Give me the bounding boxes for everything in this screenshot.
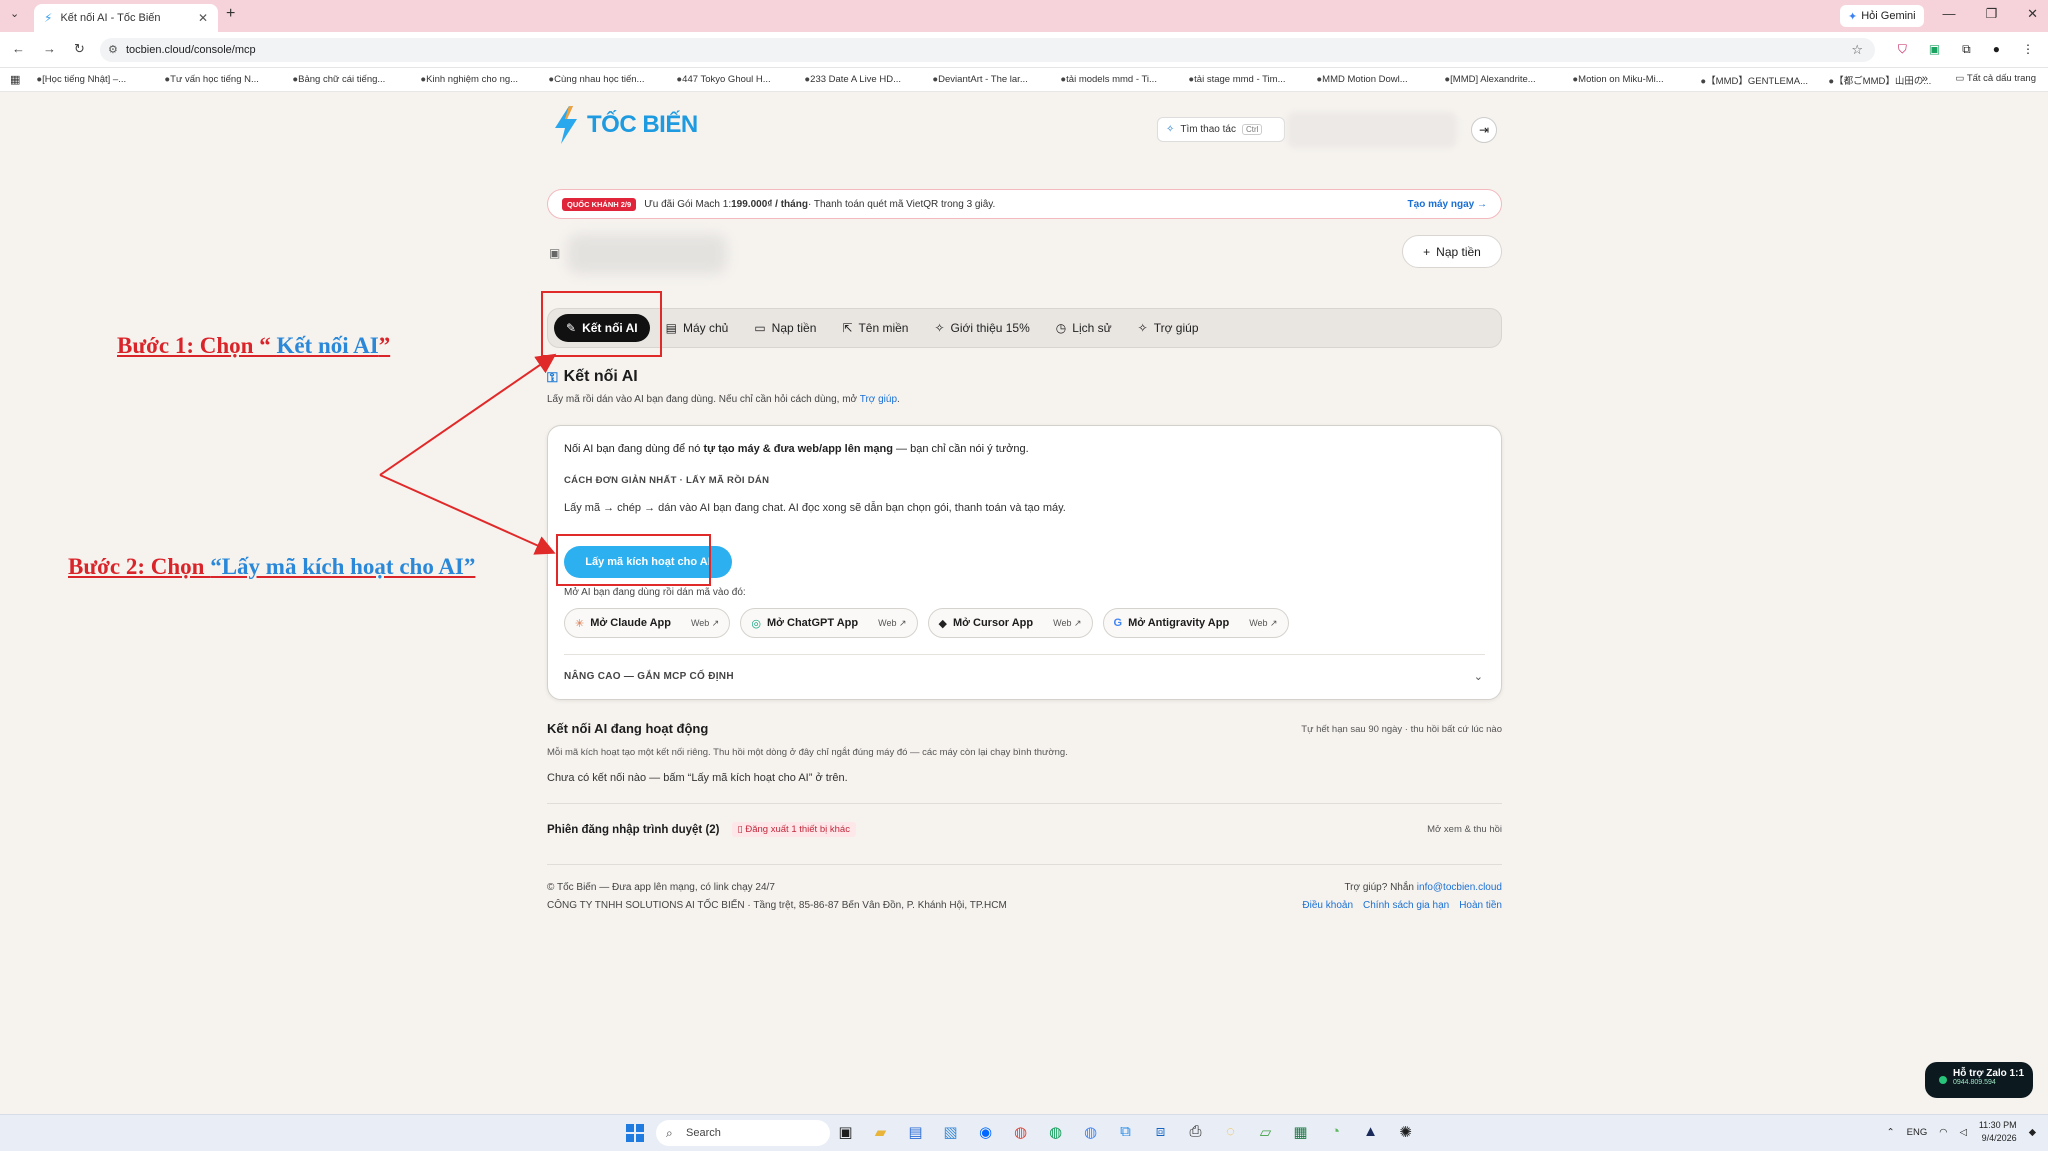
app-green-icon[interactable]: ◔ [1326, 1123, 1345, 1141]
chrome-alt-icon[interactable]: ◍ [1081, 1123, 1100, 1141]
store-icon[interactable]: ▤ [906, 1123, 925, 1141]
windows-start-icon[interactable] [626, 1124, 644, 1142]
zalo-icon[interactable]: ◉ [976, 1123, 995, 1141]
wifi-icon[interactable]: ◠ [1939, 1127, 1947, 1138]
screen-tool-icon[interactable]: ⧉ [1116, 1123, 1135, 1141]
excel-icon[interactable]: ▦ [1291, 1123, 1310, 1141]
arrow-to-tab [379, 353, 557, 476]
task-view-icon[interactable]: ▣ [836, 1123, 855, 1141]
windows-taskbar: ⌕ Search ▣ ▰ ▤ ▧ ◉ ◍ ◍ ◍ ⧉ ⧈ ⎙ ◌ ▱ ▦ ◔ ▲… [0, 1114, 2048, 1151]
taskbar-apps: ▣ ▰ ▤ ▧ ◉ ◍ ◍ ◍ ⧉ ⧈ ⎙ ◌ ▱ ▦ ◔ ▲ ✺ [836, 1123, 1415, 1141]
translate-icon[interactable]: ⧈ [1151, 1123, 1170, 1141]
search-icon: ⌕ [666, 1126, 673, 1140]
clock-time: 11:30 PM [1978, 1120, 2017, 1130]
tray-chevron-icon[interactable]: ⌃ [1887, 1127, 1895, 1138]
file-explorer-icon[interactable]: ▰ [871, 1123, 890, 1141]
step1-pre: Bước 1: Chọn “ [117, 333, 277, 358]
printer-icon[interactable]: ⎙ [1186, 1123, 1205, 1141]
notepad-icon[interactable]: ▱ [1256, 1123, 1275, 1141]
photos-icon[interactable]: ▧ [941, 1123, 960, 1141]
openai-icon[interactable]: ✺ [1396, 1123, 1415, 1141]
zalo-support-button[interactable]: Hỗ trợ Zalo 1:1 0944.809.594 [1925, 1062, 2033, 1098]
step2-annotation: Bước 2: Chọn “Lấy mã kích hoạt cho AI” [68, 554, 475, 580]
clock-date: 9/4/2026 [1981, 1133, 2017, 1143]
notification-bell-icon[interactable]: ◆ [2029, 1127, 2036, 1138]
step1-highlight: Kết nối AI [276, 333, 379, 358]
taskbar-search-label: Search [686, 1127, 721, 1139]
zalo-title: Hỗ trợ Zalo 1:1 [1953, 1068, 2025, 1079]
chrome-icon[interactable]: ◍ [1011, 1123, 1030, 1141]
step2-pre: Bước 2: Chọn [68, 554, 211, 579]
online-dot-icon [1939, 1076, 1947, 1084]
arrow-to-button [379, 474, 556, 555]
app-dark-icon[interactable]: ▲ [1361, 1123, 1380, 1141]
taskbar-search[interactable]: ⌕ Search [656, 1120, 830, 1146]
system-clock[interactable]: 11:30 PM 9/4/2026 [1979, 1119, 2017, 1145]
chrome-profile-icon[interactable]: ◍ [1046, 1123, 1065, 1141]
step1-post: ” [378, 333, 391, 358]
volume-icon[interactable]: ◁ [1960, 1127, 1967, 1138]
step2-highlight: “Lấy mã kích hoạt cho AI” [210, 554, 476, 579]
language-indicator[interactable]: ENG [1907, 1127, 1928, 1138]
sticky-note-icon[interactable]: ◌ [1221, 1123, 1240, 1141]
step1-annotation: Bước 1: Chọn “ Kết nối AI” [117, 333, 390, 359]
zalo-phone: 0944.809.594 [1953, 1079, 1996, 1086]
system-tray: ⌃ ENG ◠ ◁ 11:30 PM 9/4/2026 ◆ [1887, 1119, 2036, 1145]
